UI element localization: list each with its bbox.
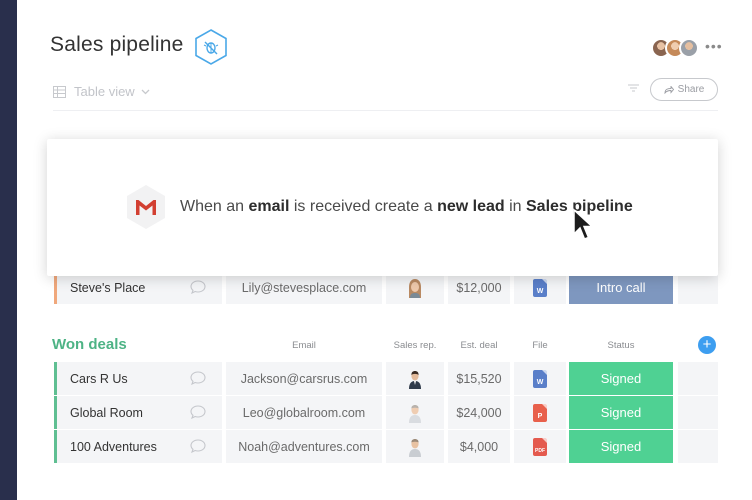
share-label: Share	[677, 84, 705, 95]
sales-rep-cell[interactable]	[386, 396, 444, 429]
empty-cell	[678, 362, 718, 395]
column-header-sales-rep[interactable]: Sales rep.	[386, 340, 444, 351]
column-header-status[interactable]: Status	[569, 340, 673, 351]
cursor-icon	[573, 208, 594, 240]
sales-rep-cell[interactable]	[386, 362, 444, 395]
chevron-down-icon	[141, 89, 150, 94]
file-cell[interactable]: W	[514, 362, 566, 395]
status-cell[interactable]: Signed	[569, 396, 674, 429]
more-icon[interactable]: •••	[705, 38, 723, 54]
item-name-cell[interactable]: Cars R Us	[54, 362, 222, 395]
chat-bubble-icon[interactable]	[190, 405, 206, 419]
avatar	[409, 438, 421, 457]
hexagon-bug-icon[interactable]	[193, 28, 229, 66]
avatar	[409, 370, 421, 389]
item-name-cell[interactable]: Global Room	[54, 396, 222, 429]
recipe-text: When an	[180, 198, 245, 215]
item-name: Steve's Place	[70, 280, 146, 295]
avatar	[409, 404, 421, 423]
column-header-email[interactable]: Email	[226, 340, 382, 351]
chat-bubble-icon[interactable]	[190, 371, 206, 385]
email-cell[interactable]: Noah@adventures.com	[226, 430, 382, 463]
column-header-file[interactable]: File	[514, 340, 566, 351]
email-cell[interactable]: Leo@globalroom.com	[226, 396, 382, 429]
left-rail	[0, 0, 17, 500]
recipe-sentence: When an email is received create a new l…	[180, 198, 633, 216]
deal-cell[interactable]: $4,000	[448, 430, 510, 463]
recipe-text: is received create a	[293, 198, 433, 215]
add-column-button[interactable]: +	[698, 336, 716, 354]
view-selector[interactable]: Table view	[53, 84, 158, 99]
deal-cell[interactable]: $15,520	[448, 362, 510, 395]
share-button[interactable]: Share	[650, 78, 718, 101]
deal-cell[interactable]: $24,000	[448, 396, 510, 429]
integration-recipe-popup[interactable]: When an email is received create a new l…	[47, 139, 718, 276]
board-title[interactable]: Sales pipeline	[50, 33, 184, 57]
group-title[interactable]: Won deals	[52, 336, 127, 353]
share-arrow-icon	[664, 85, 674, 94]
item-name-cell[interactable]: 100 Adventures	[54, 430, 222, 463]
status-badge[interactable]: Signed	[569, 362, 673, 395]
chat-bubble-icon[interactable]	[190, 439, 206, 453]
email-cell[interactable]: Jackson@carsrus.com	[226, 362, 382, 395]
recipe-action[interactable]: new lead	[437, 198, 505, 215]
gmail-icon	[127, 185, 165, 229]
filter-icon[interactable]	[628, 84, 639, 92]
status-cell[interactable]: Signed	[569, 362, 674, 395]
powerpoint-file-icon[interactable]: P	[533, 403, 547, 422]
recipe-trigger[interactable]: email	[249, 198, 290, 215]
word-file-icon[interactable]: W	[533, 369, 547, 388]
avatar[interactable]	[679, 38, 699, 58]
file-cell[interactable]: PDF	[514, 430, 566, 463]
member-avatars[interactable]	[651, 38, 701, 60]
header-divider	[53, 110, 718, 111]
sales-rep-cell[interactable]	[386, 430, 444, 463]
word-file-icon[interactable]: W	[533, 278, 547, 297]
status-badge[interactable]: Signed	[569, 396, 673, 429]
item-name: Global Room	[70, 405, 143, 420]
empty-cell	[678, 430, 718, 463]
recipe-text: in	[509, 198, 522, 215]
view-label: Table view	[74, 84, 135, 99]
table-icon	[53, 85, 66, 98]
pdf-file-icon[interactable]: PDF	[533, 437, 547, 456]
item-name: 100 Adventures	[70, 439, 157, 454]
avatar	[409, 278, 421, 298]
board: Sales pipeline ••• Table view Share When…	[17, 0, 752, 500]
item-name: Cars R Us	[70, 371, 128, 386]
empty-cell	[678, 396, 718, 429]
column-header-deal[interactable]: Est. deal	[448, 340, 510, 351]
file-cell[interactable]: P	[514, 396, 566, 429]
chat-bubble-icon[interactable]	[190, 280, 206, 294]
status-cell[interactable]: Signed	[569, 430, 674, 463]
status-badge[interactable]: Signed	[569, 430, 673, 463]
